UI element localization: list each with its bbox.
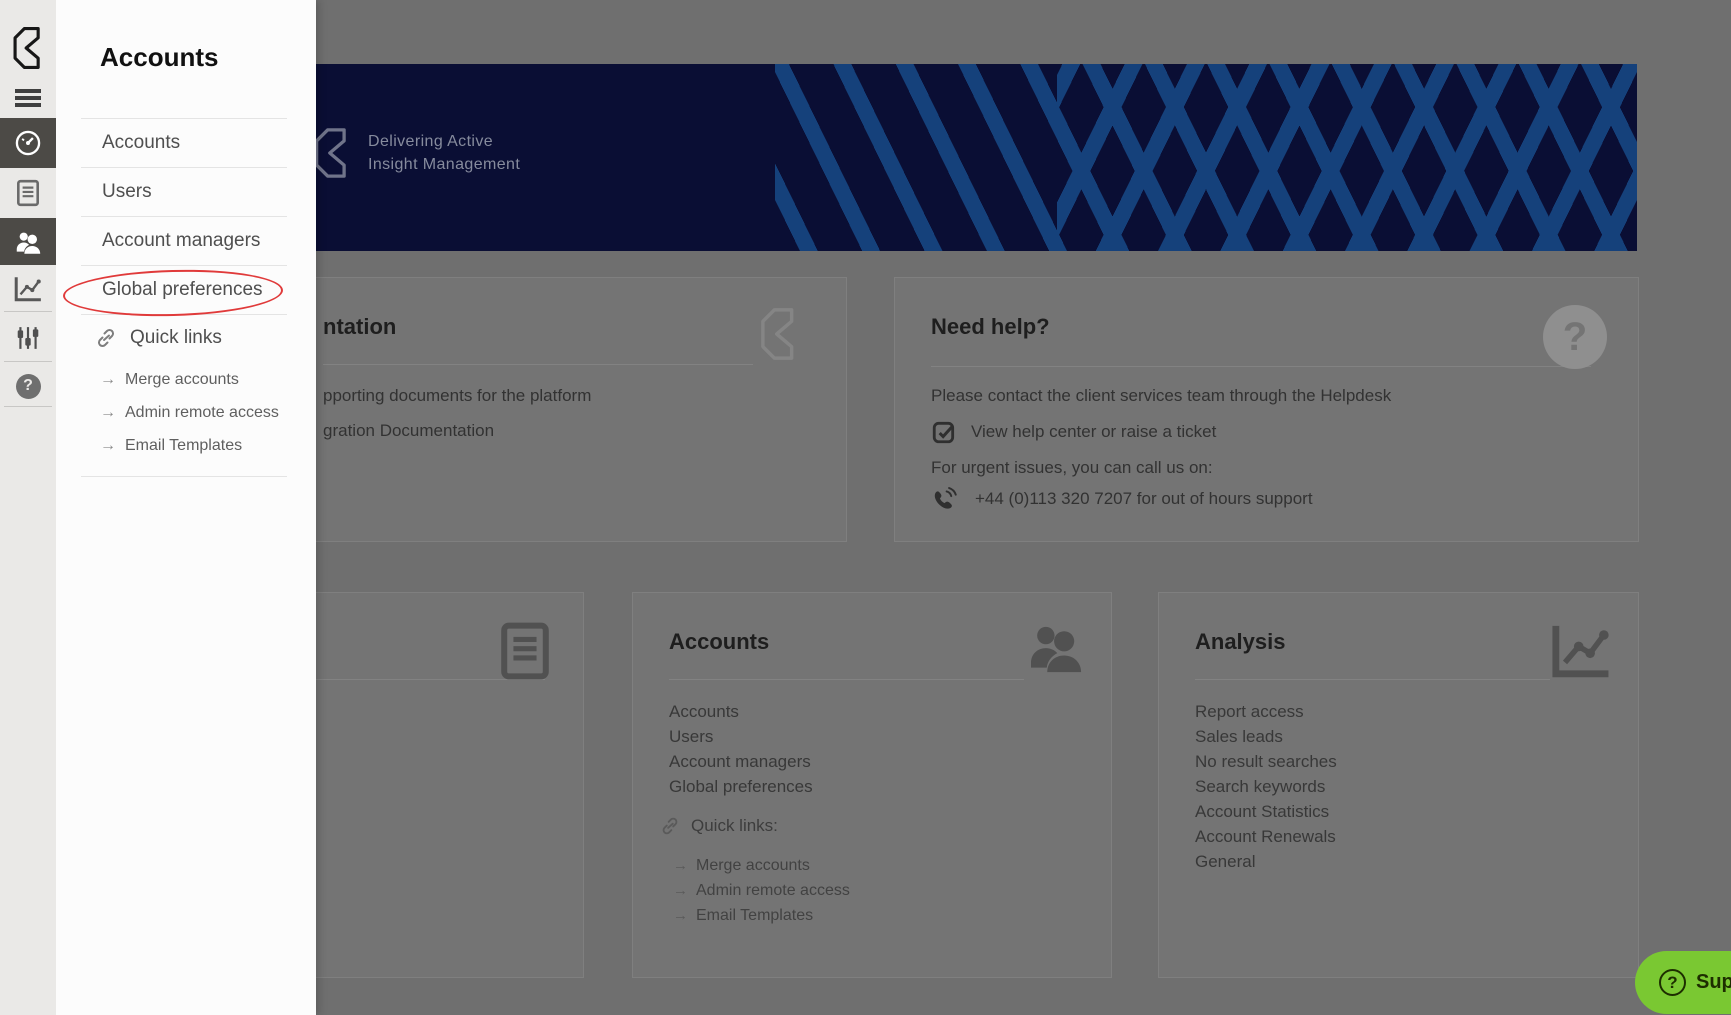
dashboard-gauge-icon <box>15 130 41 156</box>
report-access-link[interactable]: Report access <box>1195 699 1337 724</box>
document-icon <box>17 179 39 207</box>
documentation-line1[interactable]: pporting documents for the platform <box>323 386 591 406</box>
arrow-icon: → <box>100 404 116 421</box>
analysis-card: Analysis Report access Sales leads No re… <box>1158 592 1639 978</box>
no-result-searches-link[interactable]: No result searches <box>1195 749 1337 774</box>
arrow-icon: → <box>673 857 688 874</box>
accounts-card: Accounts Accounts Users Account managers… <box>632 592 1112 978</box>
documentation-line2[interactable]: gration Documentation <box>323 421 494 441</box>
line-chart-icon <box>14 277 41 302</box>
general-link[interactable]: General <box>1195 849 1337 874</box>
people-icon <box>16 232 41 254</box>
rail-item-accounts[interactable] <box>0 218 56 265</box>
documentation-card-title: ntation <box>323 314 397 339</box>
rail-item-settings[interactable] <box>0 316 56 360</box>
icon-rail: ? <box>0 0 56 1015</box>
arrow-icon: → <box>100 371 116 388</box>
analysis-card-title: Analysis <box>1195 629 1286 654</box>
document-icon <box>497 621 553 681</box>
need-help-ticket-link[interactable]: View help center or raise a ticket <box>971 422 1216 442</box>
panel-admin-remote-access-link[interactable]: → Admin remote access <box>100 396 287 429</box>
search-keywords-link[interactable]: Search keywords <box>1195 774 1337 799</box>
global-preferences-link[interactable]: Global preferences <box>669 774 813 799</box>
rail-item-dashboard[interactable] <box>0 118 56 168</box>
need-help-title: Need help? <box>931 314 1050 339</box>
support-button-label: Support <box>1696 971 1731 993</box>
rail-item-menu[interactable] <box>0 84 56 112</box>
ticket-check-icon <box>931 419 957 445</box>
panel-title: Accounts <box>100 42 219 72</box>
rail-item-help[interactable]: ? <box>0 366 56 406</box>
arrow-icon: → <box>673 907 688 924</box>
link-chain-icon <box>94 326 118 350</box>
tagline-line1: Delivering Active <box>368 133 494 150</box>
support-button[interactable]: ? Support <box>1635 951 1731 1014</box>
phone-icon <box>931 486 959 512</box>
menu-icon <box>15 89 41 107</box>
quick-links-label: Quick links: <box>691 816 778 835</box>
users-link[interactable]: Users <box>669 724 813 749</box>
rail-item-analysis[interactable] <box>0 268 56 310</box>
need-help-card: Need help? Please contact the client ser… <box>894 277 1639 542</box>
account-managers-link[interactable]: Account managers <box>669 749 813 774</box>
brand-logo-icon <box>756 304 802 364</box>
panel-item-account-managers[interactable]: Account managers <box>81 217 287 266</box>
need-help-phone: +44 (0)113 320 7207 for out of hours sup… <box>975 489 1313 508</box>
link-chain-icon <box>659 815 681 837</box>
app-logo-icon <box>13 27 40 69</box>
account-renewals-link[interactable]: Account Renewals <box>1195 824 1337 849</box>
people-icon <box>1023 619 1087 675</box>
panel-email-templates-link[interactable]: → Email Templates <box>100 429 287 462</box>
panel-item-users[interactable]: Users <box>81 168 287 217</box>
tagline-line2: Insight Management <box>368 156 521 173</box>
accounts-card-title: Accounts <box>669 629 770 654</box>
app-logo[interactable] <box>0 20 56 76</box>
accounts-flyout-panel: Accounts Accounts Users Account managers… <box>56 0 316 1015</box>
help-icon: ? <box>15 373 41 399</box>
brand-logo-icon <box>310 124 354 182</box>
accounts-link[interactable]: Accounts <box>669 699 813 724</box>
panel-merge-accounts-link[interactable]: → Merge accounts <box>100 363 287 396</box>
banner-stripes-cross <box>1057 64 1637 251</box>
rail-item-documents[interactable] <box>0 168 56 218</box>
panel-item-accounts[interactable]: Accounts <box>81 119 287 168</box>
help-icon: ? <box>1659 969 1686 996</box>
arrow-icon: → <box>673 882 688 899</box>
need-help-urgent: For urgent issues, you can call us on: <box>931 458 1213 477</box>
need-help-intro: Please contact the client services team … <box>931 386 1392 405</box>
admin-remote-access-link[interactable]: → Admin remote access <box>673 878 850 903</box>
line-chart-icon <box>1549 621 1613 681</box>
panel-item-global-preferences[interactable]: Global preferences <box>81 266 287 315</box>
banner-tagline: Delivering Active Insight Management <box>368 130 520 176</box>
brand-banner: Delivering Active Insight Management <box>150 64 1637 251</box>
account-statistics-link[interactable]: Account Statistics <box>1195 799 1337 824</box>
arrow-icon: → <box>100 437 116 454</box>
email-templates-link[interactable]: → Email Templates <box>673 903 850 928</box>
sliders-icon <box>17 327 39 349</box>
sales-leads-link[interactable]: Sales leads <box>1195 724 1337 749</box>
panel-quick-links[interactable]: Quick links <box>81 315 287 361</box>
question-circle-icon: ? <box>1543 305 1607 369</box>
merge-accounts-link[interactable]: → Merge accounts <box>673 853 850 878</box>
